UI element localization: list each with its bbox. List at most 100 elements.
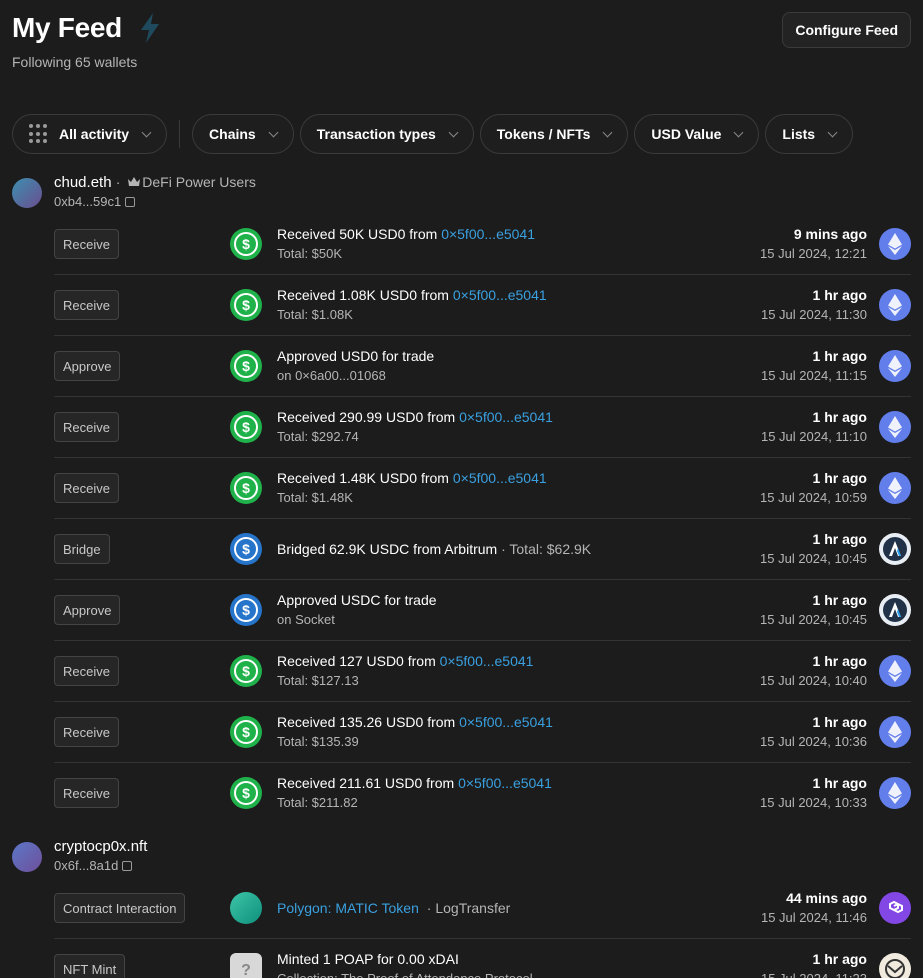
activity-row[interactable]: Approve $ Approved USDC for trade on Soc… [54, 580, 911, 641]
avatar[interactable] [12, 178, 42, 208]
activity-type-badge: Receive [54, 778, 119, 808]
usd0-token-icon: $ [230, 289, 262, 321]
activity-time: 1 hr ago 15 Jul 2024, 10:45 [760, 592, 867, 627]
arbitrum-chain-icon[interactable] [879, 533, 911, 565]
activity-row[interactable]: Approve $ Approved USD0 for trade on 0×6… [54, 336, 911, 397]
activity-type-badge: NFT Mint [54, 954, 126, 978]
wallet-name[interactable]: chud.eth [54, 174, 112, 191]
following-count: Following 65 wallets [12, 54, 138, 70]
activity-description: Received 211.61 USD0 from 0×5f00...e5041… [277, 775, 552, 810]
wallet-name[interactable]: cryptocp0x.nft [54, 838, 147, 855]
arbitrum-chain-icon[interactable] [879, 594, 911, 626]
ethereum-chain-icon[interactable] [879, 777, 911, 809]
svg-text:$: $ [242, 358, 250, 374]
activity-row[interactable]: Receive $ Received 127 USD0 from 0×5f00.… [54, 641, 911, 702]
activity-row[interactable]: Receive $ Received 290.99 USD0 from 0×5f… [54, 397, 911, 458]
ethereum-chain-icon[interactable] [879, 228, 911, 260]
filter-label: Chains [209, 126, 256, 142]
svg-text:$: $ [242, 663, 250, 679]
configure-feed-button[interactable]: Configure Feed [782, 12, 911, 48]
filter-lists[interactable]: Lists [765, 114, 854, 154]
activity-type-badge: Receive [54, 717, 119, 747]
chevron-down-icon [827, 127, 838, 137]
copy-icon[interactable] [122, 860, 133, 871]
svg-text:$: $ [242, 785, 250, 801]
svg-text:$: $ [242, 297, 250, 313]
wallet-list-tag[interactable]: · DeFi Power Users [116, 174, 256, 190]
filter-label: Tokens / NFTs [496, 126, 591, 142]
page-header: My Feed Following 65 wallets [12, 12, 162, 70]
wallet-address: 0x6f...8a1d [54, 858, 147, 873]
activity-time: 9 mins ago 15 Jul 2024, 12:21 [760, 226, 867, 261]
activity-time: 1 hr ago 15 Jul 2024, 11:30 [760, 287, 867, 322]
activity-time: 1 hr ago 15 Jul 2024, 10:36 [760, 714, 867, 749]
filter-transaction-types[interactable]: Transaction types [299, 114, 474, 154]
activity-type-badge: Contract Interaction [54, 893, 186, 923]
poap-token-icon: ? [230, 953, 262, 978]
activity-description: Approved USD0 for trade on 0×6a00...0106… [277, 348, 435, 383]
activity-type-badge: Receive [54, 473, 119, 503]
filter-all-activity[interactable]: All activity [12, 114, 168, 154]
wallet-group: cryptocp0x.nft 0x6f...8a1d Contract Inte… [12, 838, 923, 978]
activity-time: 1 hr ago 15 Jul 2024, 10:45 [760, 531, 867, 566]
activity-description: Bridged 62.9K USDC from Arbitrum · Total… [277, 541, 592, 557]
activity-description: Received 1.48K USD0 from 0×5f00...e5041 … [277, 470, 547, 505]
ethereum-chain-icon[interactable] [879, 472, 911, 504]
activity-row[interactable]: NFT Mint ? Minted 1 POAP for 0.00 xDAI C… [54, 939, 911, 978]
usd0-token-icon: $ [230, 411, 262, 443]
activity-description: Minted 1 POAP for 0.00 xDAI Collection: … [277, 951, 533, 978]
filter-label: Transaction types [316, 126, 436, 142]
activity-time: 1 hr ago 15 Jul 2024, 11:10 [760, 409, 867, 444]
address-link[interactable]: 0×5f00...e5041 [453, 470, 547, 486]
ethereum-chain-icon[interactable] [879, 655, 911, 687]
contract-link[interactable]: Polygon: MATIC Token [277, 900, 419, 916]
address-link[interactable]: 0×5f00...e5041 [453, 287, 547, 303]
activity-row[interactable]: Receive $ Received 135.26 USD0 from 0×5f… [54, 702, 911, 763]
gnosis-chain-icon[interactable] [879, 953, 911, 978]
activity-description: Received 50K USD0 from 0×5f00...e5041 To… [277, 226, 535, 261]
polygon-chain-icon[interactable] [879, 892, 911, 924]
activity-row[interactable]: Receive $ Received 1.08K USD0 from 0×5f0… [54, 275, 911, 336]
activity-type-badge: Approve [54, 595, 121, 625]
activity-type-badge: Bridge [54, 534, 110, 564]
activity-row[interactable]: Receive $ Received 211.61 USD0 from 0×5f… [54, 763, 911, 824]
activity-description: Received 1.08K USD0 from 0×5f00...e5041 … [277, 287, 547, 322]
ethereum-chain-icon[interactable] [879, 350, 911, 382]
activity-row[interactable]: Receive $ Received 1.48K USD0 from 0×5f0… [54, 458, 911, 519]
address-link[interactable]: 0×5f00...e5041 [459, 714, 553, 730]
wallet-header: chud.eth · DeFi Power Users 0xb4...59c1 [12, 174, 923, 214]
activity-description: Received 135.26 USD0 from 0×5f00...e5041… [277, 714, 553, 749]
activity-row[interactable]: Contract Interaction Polygon: MATIC Toke… [54, 878, 911, 939]
address-link[interactable]: 0×5f00...e5041 [458, 775, 552, 791]
ethereum-chain-icon[interactable] [879, 289, 911, 321]
filter-label: Lists [782, 126, 816, 142]
activity-time: 1 hr ago 15 Jul 2024, 11:15 [760, 348, 867, 383]
ethereum-chain-icon[interactable] [879, 411, 911, 443]
activity-time: 1 hr ago 15 Jul 2024, 10:33 [760, 775, 867, 810]
activity-description: Received 127 USD0 from 0×5f00...e5041 To… [277, 653, 534, 688]
address-link[interactable]: 0×5f00...e5041 [441, 226, 535, 242]
crown-icon [128, 177, 141, 186]
activity-type-badge: Receive [54, 229, 119, 259]
filter-chains[interactable]: Chains [192, 114, 294, 154]
svg-text:$: $ [242, 541, 250, 557]
ethereum-chain-icon[interactable] [879, 716, 911, 748]
address-link[interactable]: 0×5f00...e5041 [440, 653, 534, 669]
activity-time: 44 mins ago 15 Jul 2024, 11:46 [760, 890, 867, 925]
svg-text:?: ? [241, 962, 251, 978]
filter-tokens-nfts[interactable]: Tokens / NFTs [479, 114, 629, 154]
chevron-down-icon [141, 127, 152, 137]
page-title: My Feed [12, 12, 122, 43]
activity-row[interactable]: Bridge $ Bridged 62.9K USDC from Arbitru… [54, 519, 911, 580]
filter-usd-value[interactable]: USD Value [634, 114, 760, 154]
wallet-group: chud.eth · DeFi Power Users 0xb4...59c1 … [12, 174, 923, 824]
activity-type-badge: Receive [54, 290, 119, 320]
avatar[interactable] [12, 842, 42, 872]
copy-icon[interactable] [125, 196, 136, 207]
activity-time: 1 hr ago 15 Jul 2024, 11:23 [761, 951, 867, 978]
svg-text:$: $ [242, 724, 250, 740]
activity-row[interactable]: Receive $ Received 50K USD0 from 0×5f00.… [54, 214, 911, 275]
polygon-token-icon [230, 892, 262, 924]
chevron-down-icon [268, 127, 279, 137]
address-link[interactable]: 0×5f00...e5041 [459, 409, 553, 425]
